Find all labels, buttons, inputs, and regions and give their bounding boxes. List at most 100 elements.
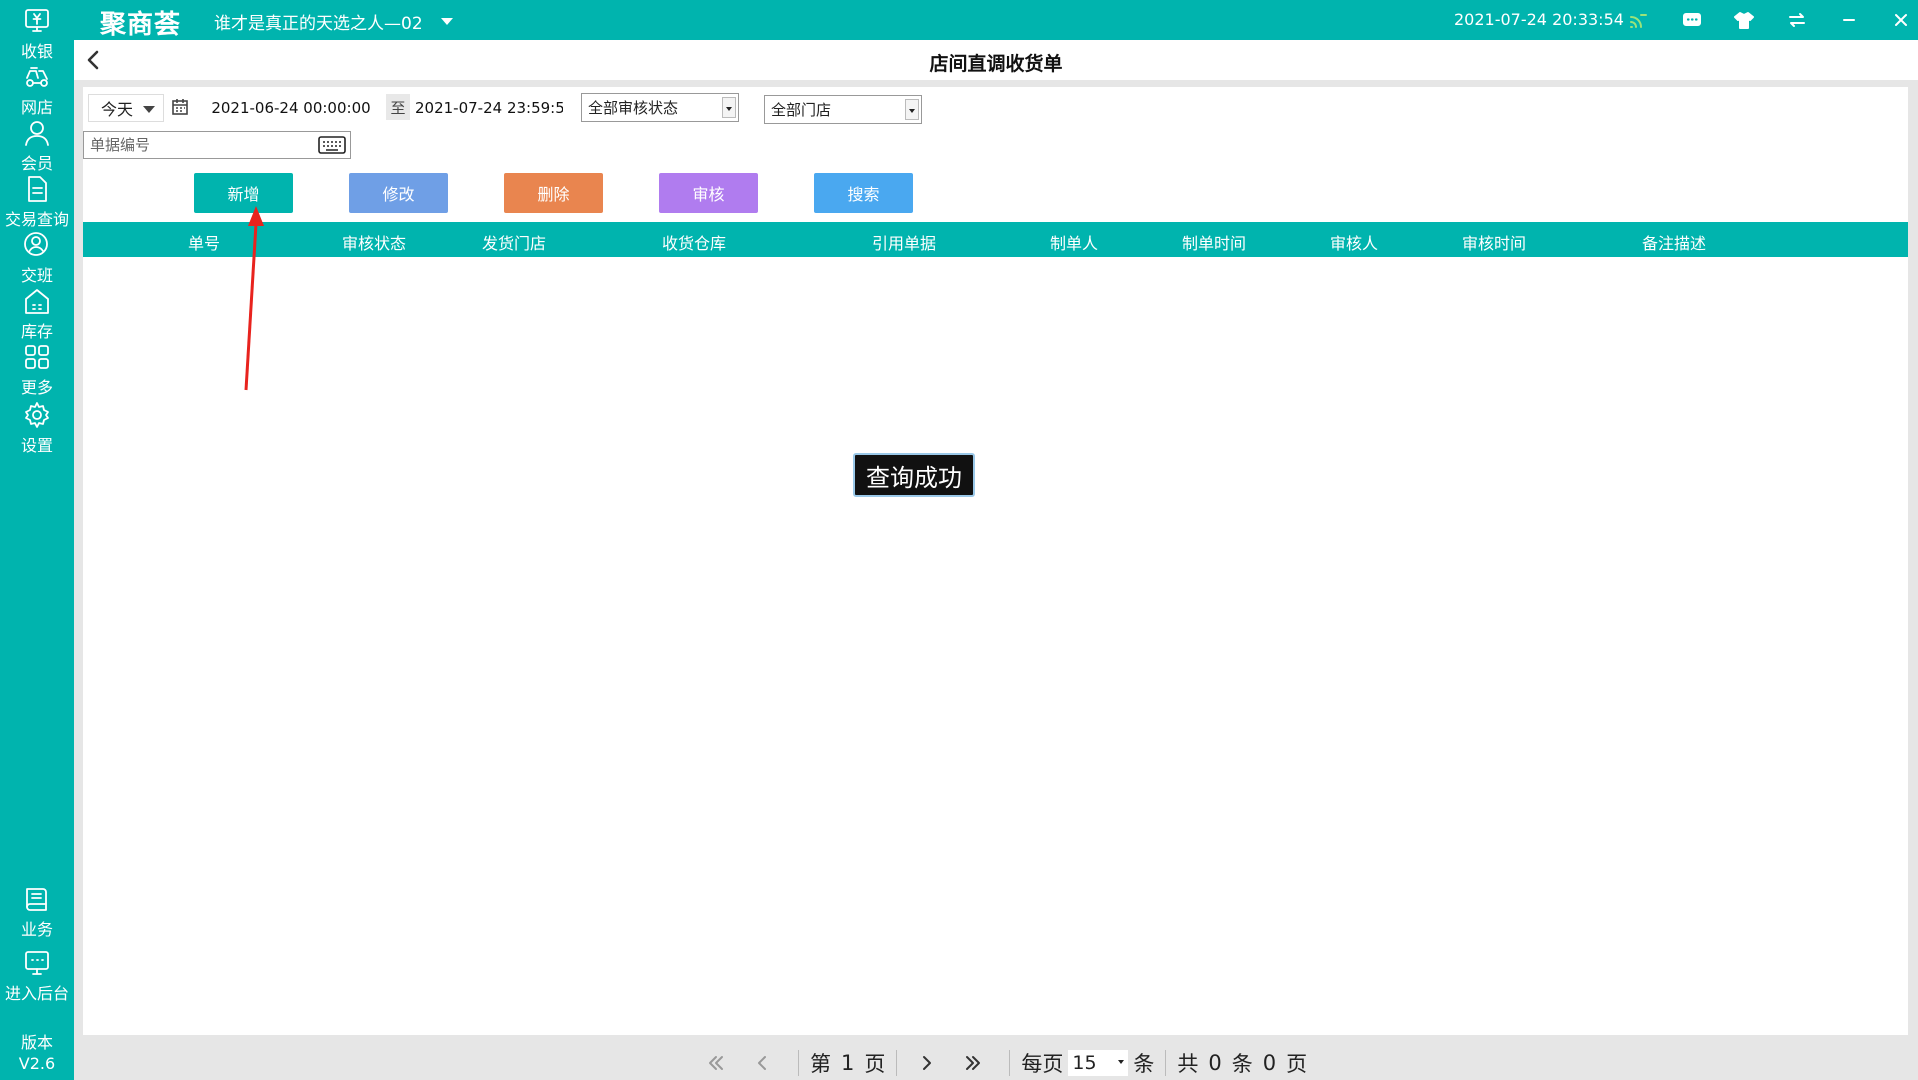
- total-pages: 0: [1262, 1051, 1277, 1075]
- chevron-down-icon: [143, 106, 155, 113]
- sidebar-item-inventory[interactable]: 库存: [0, 284, 74, 344]
- column-header[interactable]: 引用单据: [872, 230, 936, 254]
- column-header[interactable]: 制单时间: [1182, 230, 1246, 254]
- per-page-unit: 条: [1133, 1052, 1155, 1076]
- member-icon: [25, 121, 49, 146]
- sidebar-item-backend[interactable]: 进入后台: [0, 946, 74, 1006]
- switch-icon[interactable]: [1783, 6, 1811, 34]
- column-header[interactable]: 制单人: [1050, 230, 1098, 254]
- column-header[interactable]: 发货门店: [482, 230, 546, 254]
- total-records: 0: [1208, 1051, 1222, 1075]
- version-label: 版本: [20, 1033, 53, 1052]
- sidebar-item-transactions[interactable]: 交易查询: [0, 172, 74, 232]
- search-button[interactable]: 搜索: [814, 173, 913, 213]
- sidebar-item-settings[interactable]: 设置: [0, 398, 74, 458]
- separator: [798, 1050, 799, 1076]
- doc-number-input[interactable]: [84, 132, 316, 158]
- pagination: 第 1 页 每页 15 条 共 0 条 0 页: [700, 1048, 1312, 1078]
- version-info: 版本 V2.6: [0, 1032, 74, 1074]
- message-icon[interactable]: [1678, 6, 1706, 34]
- edit-button[interactable]: 修改: [349, 173, 448, 213]
- start-date-input[interactable]: 2021-06-24 00:00:00: [199, 94, 383, 122]
- next-page-button[interactable]: [911, 1048, 943, 1078]
- audit-button[interactable]: 审核: [659, 173, 758, 213]
- app-logo: 聚商荟: [100, 10, 182, 40]
- sidebar-item-label: 业务: [20, 920, 53, 939]
- audit-status-value: 全部审核状态: [588, 99, 679, 117]
- store-selector[interactable]: 谁才是真正的天选之人—02: [214, 9, 453, 34]
- total-prefix: 共: [1177, 1052, 1199, 1076]
- sidebar-item-business[interactable]: 业务: [0, 882, 74, 942]
- cashier-icon: [25, 9, 49, 32]
- column-header[interactable]: 单号: [188, 230, 220, 254]
- content-panel: 今天 2021-06-24 00:00:00 至 2021-07-24 23:5…: [83, 87, 1908, 1035]
- store-filter-select[interactable]: 全部门店: [764, 95, 922, 124]
- title-bar: 聚商荟 谁才是真正的天选之人—02 2021-07-24 20:33:54: [74, 0, 1918, 40]
- sidebar-item-more[interactable]: 更多: [0, 340, 74, 400]
- sidebar-item-label: 收银: [20, 42, 53, 61]
- separator: [1165, 1050, 1167, 1076]
- total-records-unit: 条: [1231, 1052, 1253, 1076]
- current-page[interactable]: 1: [841, 1051, 854, 1075]
- sidebar-item-member[interactable]: 会员: [0, 116, 74, 176]
- dropdown-arrow-icon: [1118, 1060, 1125, 1064]
- minimize-icon[interactable]: [1835, 6, 1863, 34]
- sidebar-item-label: 交班: [20, 266, 53, 285]
- last-page-button[interactable]: [957, 1048, 989, 1078]
- first-page-button[interactable]: [700, 1048, 732, 1078]
- chevron-right-icon: [923, 1056, 932, 1070]
- sidebar-item-label: 网店: [20, 98, 53, 117]
- per-page-select[interactable]: 15: [1068, 1050, 1129, 1076]
- book-icon: [26, 888, 47, 911]
- shift-icon: [24, 232, 48, 256]
- sidebar-item-label: 库存: [20, 322, 53, 341]
- toast-message: 查询成功: [853, 453, 975, 497]
- date-preset-select[interactable]: 今天: [88, 94, 164, 122]
- column-header[interactable]: 收货仓库: [662, 230, 726, 254]
- doc-number-field: [83, 131, 351, 159]
- double-chevron-left-icon: [709, 1056, 723, 1070]
- audit-status-select[interactable]: 全部审核状态: [581, 93, 739, 122]
- document-icon: [28, 176, 47, 202]
- table-header: 单号 审核状态 发货门店 收货仓库 引用单据 制单人 制单时间 审核人 审核时间…: [83, 222, 1908, 257]
- delete-button[interactable]: 删除: [504, 173, 603, 213]
- calendar-icon[interactable]: [171, 98, 191, 118]
- add-button[interactable]: 新增: [194, 173, 293, 213]
- column-header[interactable]: 审核状态: [342, 230, 406, 254]
- page-title: 店间直调收货单: [929, 53, 1063, 75]
- column-header[interactable]: 审核人: [1330, 230, 1378, 254]
- gear-icon: [25, 402, 49, 428]
- warehouse-icon: [25, 289, 49, 314]
- page-header: 店间直调收货单: [74, 40, 1918, 80]
- monitor-icon: [25, 951, 49, 975]
- clock: 2021-07-24 20:33:54: [1454, 10, 1624, 29]
- network-status-icon[interactable]: [1624, 6, 1652, 34]
- per-page-label: 每页: [1021, 1052, 1064, 1076]
- end-date-input[interactable]: 2021-07-24 23:59:59: [415, 94, 563, 122]
- chevron-down-icon: [440, 18, 453, 25]
- sidebar-item-shift[interactable]: 交班: [0, 228, 74, 288]
- sidebar: 收银 网店 会员 交易查询 交班 库存 更多 设置 业务 进入后台 版本 V2.…: [0, 0, 74, 1080]
- sidebar-item-label: 进入后台: [4, 984, 69, 1003]
- page-prefix: 第: [810, 1052, 831, 1076]
- version-value: V2.6: [18, 1054, 56, 1073]
- store-name: 谁才是真正的天选之人—02: [214, 14, 423, 34]
- per-page-value: 15: [1072, 1052, 1097, 1074]
- close-icon[interactable]: [1887, 6, 1915, 34]
- keyboard-icon[interactable]: [318, 135, 346, 155]
- sidebar-item-online-store[interactable]: 网店: [0, 60, 74, 120]
- prev-page-button[interactable]: [746, 1048, 778, 1078]
- column-header[interactable]: 审核时间: [1462, 230, 1526, 254]
- sidebar-item-cashier[interactable]: 收银: [0, 4, 74, 64]
- date-range-separator: 至: [386, 94, 410, 120]
- double-chevron-right-icon: [966, 1056, 981, 1070]
- separator: [1009, 1050, 1011, 1076]
- column-header[interactable]: 备注描述: [1642, 230, 1706, 254]
- delivery-icon: [26, 67, 48, 87]
- grid-icon: [25, 345, 49, 369]
- separator: [896, 1050, 898, 1076]
- sidebar-item-label: 设置: [20, 436, 53, 455]
- dropdown-arrow-icon: [722, 97, 736, 118]
- skin-icon[interactable]: [1730, 6, 1758, 34]
- page-suffix: 页: [864, 1052, 886, 1076]
